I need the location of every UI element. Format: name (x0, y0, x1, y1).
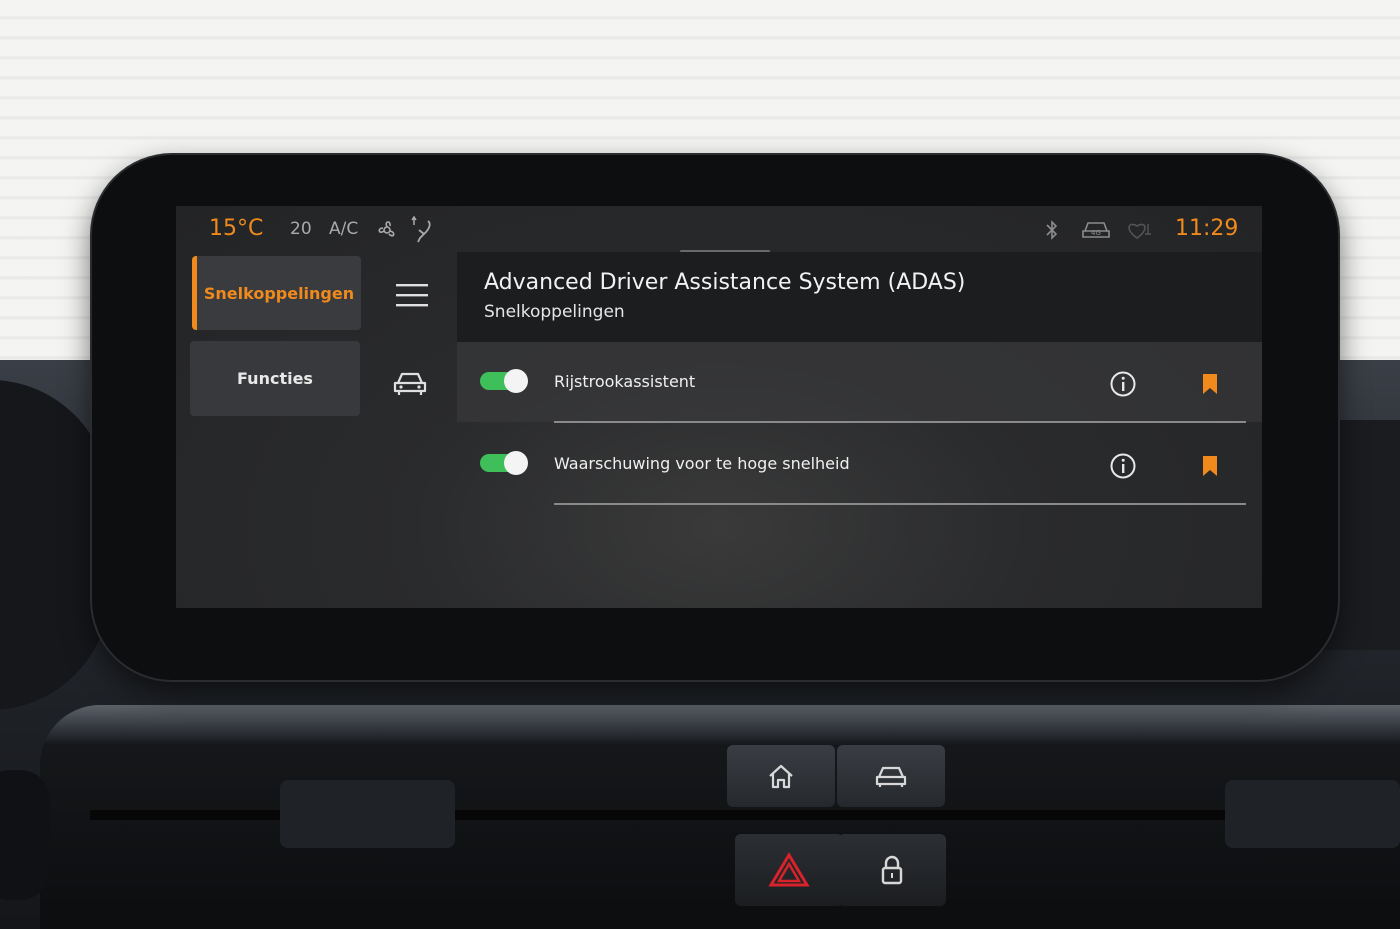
list-item-rijstrookassistent[interactable]: Rijstrookassistent (457, 342, 1262, 423)
row-divider (554, 503, 1246, 505)
car-icon[interactable] (392, 369, 428, 397)
tab-label: Functies (237, 369, 313, 388)
list-item-label: Waarschuwing voor te hoge snelheid (554, 454, 850, 473)
page-subtitle: Snelkoppelingen (484, 302, 625, 322)
car-icon (875, 766, 907, 787)
toggle-switch[interactable] (480, 451, 528, 475)
clock: 11:29 (1175, 216, 1239, 241)
bluetooth-icon (1046, 220, 1058, 240)
page-header: Advanced Driver Assistance System (ADAS)… (457, 252, 1262, 342)
hardware-lock-button[interactable] (838, 834, 946, 906)
seat-airflow-icon[interactable] (410, 216, 436, 244)
gear-knob (0, 770, 50, 900)
list-item-label: Rijstrookassistent (554, 372, 696, 391)
vent-tab-left[interactable] (280, 780, 455, 848)
svg-text:4G: 4G (1091, 229, 1101, 237)
fan-speed-value[interactable]: 20 (290, 219, 312, 239)
row-divider (554, 421, 1246, 423)
outside-temperature: 15°C (209, 216, 264, 241)
ac-label[interactable]: A/C (329, 219, 358, 239)
tab-snelkoppelingen[interactable]: Snelkoppelingen (192, 256, 361, 330)
page-title: Advanced Driver Assistance System (ADAS) (484, 270, 966, 295)
info-icon[interactable] (1109, 452, 1137, 480)
tab-functies[interactable]: Functies (190, 341, 360, 416)
lock-icon (881, 855, 903, 885)
car-4g-icon: 4G (1082, 222, 1110, 238)
toggle-thumb (504, 369, 528, 393)
vent-tab-right[interactable] (1225, 780, 1400, 848)
fan-icon[interactable] (374, 219, 400, 241)
hardware-home-button[interactable] (727, 745, 835, 807)
bookmark-icon[interactable] (1202, 373, 1218, 395)
toggle-thumb (504, 451, 528, 475)
hazard-icon (768, 852, 810, 887)
infotainment-screen: 15°C 20 A/C 4G 11:29 Snelkoppelingen Fun… (176, 206, 1262, 608)
hardware-car-button[interactable] (837, 745, 945, 807)
toggle-switch[interactable] (480, 369, 528, 393)
hardware-hazard-button[interactable] (735, 834, 843, 906)
info-icon[interactable] (1109, 370, 1137, 398)
home-icon (769, 764, 793, 789)
menu-icon[interactable] (395, 281, 429, 309)
status-bar: 15°C 20 A/C 4G 11:29 (176, 206, 1262, 253)
bookmark-icon[interactable] (1202, 455, 1218, 477)
heart-icon (1128, 223, 1151, 239)
list-item-waarschuwing-snelheid[interactable]: Waarschuwing voor te hoge snelheid (457, 424, 1262, 505)
tab-label: Snelkoppelingen (203, 283, 355, 303)
